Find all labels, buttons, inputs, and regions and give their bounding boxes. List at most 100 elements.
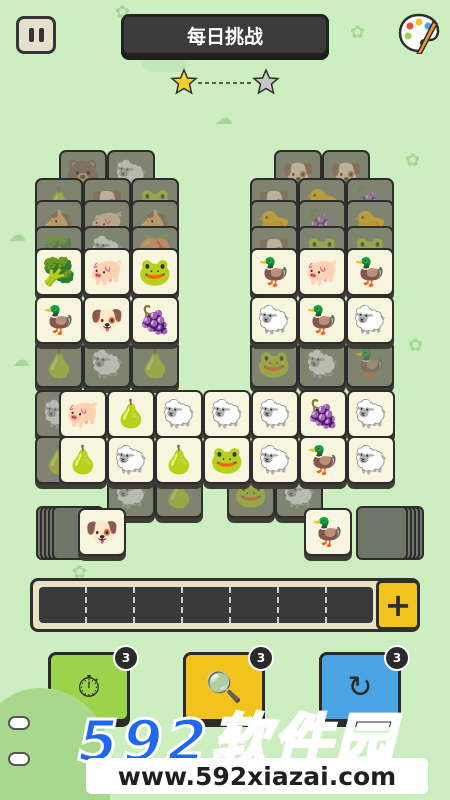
tile[interactable]: 🐖	[83, 248, 131, 296]
star-icon	[170, 68, 198, 95]
tile-icon: 🐑	[162, 398, 196, 430]
tile-icon: 🐑	[114, 478, 148, 510]
covered-tile: 🐑	[298, 340, 346, 388]
tile[interactable]: 🐖	[59, 390, 107, 438]
watermark: 592软件园 www.592xiazai.com	[74, 694, 444, 800]
tile-icon: 🐑	[258, 398, 292, 430]
count-badge: 3	[248, 645, 274, 671]
tile[interactable]: 🐶	[83, 296, 131, 344]
count-badge: 3	[113, 645, 139, 671]
tile[interactable]: 🍐	[155, 436, 203, 484]
covered-tile: 🐸	[250, 340, 298, 388]
tile-icon: 🐖	[66, 398, 100, 430]
tile-icon: 🐖	[305, 256, 339, 288]
tile-icon: 🥦	[42, 256, 76, 288]
covered-tile: 🍐	[131, 340, 179, 388]
tile[interactable]: 🐑	[250, 296, 298, 344]
tile-icon: 🍐	[42, 348, 76, 380]
tile[interactable]: 🐑	[107, 436, 155, 484]
tile-icon: 🍇	[138, 304, 172, 336]
tile[interactable]: 🍐	[107, 390, 155, 438]
tile-icon: 🐸	[234, 478, 268, 510]
tile[interactable]: 🥦	[35, 248, 83, 296]
tile-icon: 🦆	[305, 304, 339, 336]
slot	[279, 587, 327, 623]
tile[interactable]: 🐑	[347, 436, 395, 484]
tile[interactable]: 🐸	[131, 248, 179, 296]
sheep-decoration	[8, 716, 30, 730]
tile-icon: 🍐	[66, 444, 100, 476]
covered-tile: 🐑	[83, 340, 131, 388]
tile-icon: 🍐	[114, 398, 148, 430]
tile-icon: 🐖	[90, 256, 124, 288]
tile-icon: 🐑	[210, 398, 244, 430]
count-badge: 3	[384, 645, 410, 671]
tile-icon: 🐸	[257, 348, 291, 380]
tile-icon: 🦆	[306, 444, 340, 476]
tile-icon: 🐑	[354, 444, 388, 476]
tile[interactable]: 🦆	[250, 248, 298, 296]
tile[interactable]: 🦆	[299, 436, 347, 484]
tile[interactable]: 🐖	[298, 248, 346, 296]
tile[interactable]: 🦆	[346, 248, 394, 296]
tile[interactable]: 🐑	[251, 390, 299, 438]
tile-icon: 🦆	[311, 516, 345, 548]
tile[interactable]: 🐸	[203, 436, 251, 484]
slot	[327, 587, 373, 623]
tile[interactable]: 🦆	[304, 508, 352, 556]
bush-decoration: ✿	[350, 22, 366, 43]
tile-icon: 🦆	[353, 256, 387, 288]
tile-icon: 🍇	[306, 398, 340, 430]
tile[interactable]: 🦆	[298, 296, 346, 344]
slot	[39, 587, 87, 623]
tile-icon: 🐑	[353, 304, 387, 336]
tile-icon: 🐑	[282, 478, 316, 510]
slot	[231, 587, 279, 623]
tile[interactable]: 🦆	[35, 296, 83, 344]
bush-decoration: ✿	[408, 335, 424, 356]
sheep-decoration	[8, 752, 30, 766]
tile-icon: 🐑	[114, 444, 148, 476]
tile[interactable]: 🐑	[347, 390, 395, 438]
star-icon	[252, 68, 280, 95]
page-title: 每日挑战	[121, 14, 329, 56]
tile-icon: 🍐	[138, 348, 172, 380]
slot-track	[39, 587, 373, 623]
tile-icon: 🦆	[42, 304, 76, 336]
tile[interactable]: 🍐	[59, 436, 107, 484]
pause-icon	[28, 28, 34, 42]
covered-tile: 🦆	[346, 340, 394, 388]
tile-icon: 🍐	[162, 478, 196, 510]
pause-button[interactable]	[16, 16, 56, 54]
bush-decoration: ✿	[405, 150, 421, 171]
tile[interactable]: 🐑	[346, 296, 394, 344]
tile[interactable]: 🍇	[299, 390, 347, 438]
tile-icon: 🐸	[210, 444, 244, 476]
tile-icon: 🐶	[85, 516, 119, 548]
stacked-card	[356, 506, 408, 560]
slot	[135, 587, 183, 623]
tile-icon: 🦆	[257, 256, 291, 288]
tile[interactable]: 🐑	[203, 390, 251, 438]
tile-icon: 🐑	[258, 444, 292, 476]
bush-decoration: ☁	[8, 225, 26, 246]
tile[interactable]: 🐑	[251, 436, 299, 484]
star-progress	[170, 68, 280, 95]
bush-decoration: ☁	[12, 350, 30, 371]
slot	[183, 587, 231, 623]
tile[interactable]: 🐶	[78, 508, 126, 556]
palette-icon[interactable]	[397, 12, 441, 54]
tile-icon: 🐸	[138, 256, 172, 288]
tile-icon: 🐑	[305, 348, 339, 380]
covered-tile: 🍐	[35, 340, 83, 388]
tile-slot-bar: +	[30, 578, 420, 632]
tile[interactable]: 🐑	[155, 390, 203, 438]
tile[interactable]: 🍇	[131, 296, 179, 344]
add-slot-button[interactable]: +	[376, 580, 420, 630]
watermark-url: www.592xiazai.com	[86, 758, 428, 794]
slot	[87, 587, 135, 623]
bush-decoration: ☁	[215, 108, 233, 129]
tile-icon: 🦆	[353, 348, 387, 380]
tile-icon: 🐑	[354, 398, 388, 430]
tile-icon: 🐶	[90, 304, 124, 336]
